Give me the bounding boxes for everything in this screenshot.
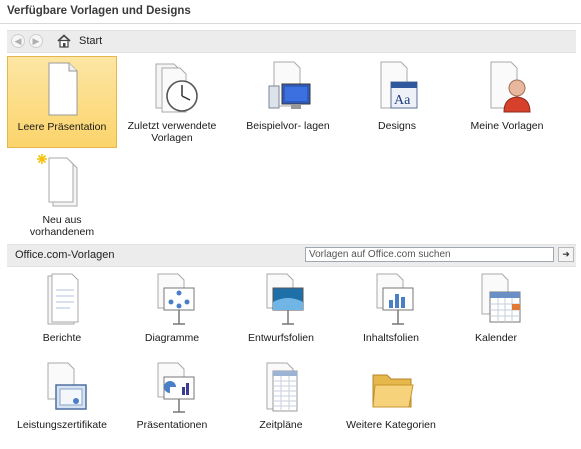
category-design-slides[interactable]: Entwurfsfolien xyxy=(226,268,336,360)
category-diagrams[interactable]: Diagramme xyxy=(117,268,227,360)
presentations-icon xyxy=(157,362,195,413)
content-slides-icon xyxy=(376,273,414,325)
template-my-templates[interactable]: Meine Vorlagen xyxy=(452,56,562,148)
reports-icon xyxy=(47,273,79,325)
calendar-icon xyxy=(481,273,521,323)
design-slides-icon xyxy=(266,273,304,325)
category-schedules[interactable]: Zeitpläne xyxy=(226,357,336,449)
category-presentations[interactable]: Präsentationen xyxy=(117,357,227,449)
certificates-icon xyxy=(47,362,87,410)
template-designs[interactable]: Aa Designs xyxy=(342,56,452,148)
forward-arrow-icon[interactable]: ▶ xyxy=(29,34,43,48)
schedules-icon xyxy=(266,362,298,412)
page-title: Verfügbare Vorlagen und Designs xyxy=(7,5,191,17)
folder-icon xyxy=(372,374,414,408)
arrow-right-icon[interactable]: ➜ xyxy=(558,247,574,262)
category-reports[interactable]: Berichte xyxy=(7,268,117,360)
new-from-existing-icon xyxy=(37,154,78,207)
template-from-existing[interactable]: Neu aus vorhandenem xyxy=(7,150,117,242)
category-more[interactable]: Weitere Kategorien xyxy=(336,357,446,449)
office-section-label: Office.com-Vorlagen xyxy=(15,249,115,261)
breadcrumb[interactable]: Start xyxy=(79,35,102,47)
designs-aa-icon: Aa xyxy=(380,61,418,109)
template-recent[interactable]: Zuletzt verwendete Vorlagen xyxy=(117,56,227,148)
template-search-input[interactable] xyxy=(305,247,554,262)
home-icon[interactable] xyxy=(57,34,71,48)
svg-text:Aa: Aa xyxy=(394,93,411,108)
recent-clock-icon xyxy=(155,63,198,113)
template-samples[interactable]: Beispielvor- lagen xyxy=(233,56,343,148)
my-templates-user-icon xyxy=(490,61,531,113)
navigation-bar: ◀ ▶ Start xyxy=(7,30,576,53)
category-calendar[interactable]: Kalender xyxy=(441,268,551,360)
diagrams-icon xyxy=(157,273,195,325)
blank-document-icon xyxy=(48,62,78,116)
back-arrow-icon[interactable]: ◀ xyxy=(11,34,25,48)
template-blank-presentation[interactable]: Leere Präsentation xyxy=(7,56,117,148)
sample-templates-computer-icon xyxy=(268,61,311,109)
category-certificates[interactable]: Leistungszertifikate xyxy=(7,357,117,449)
category-content-slides[interactable]: Inhaltsfolien xyxy=(336,268,446,360)
office-templates-bar: Office.com-Vorlagen ➜ xyxy=(7,244,576,267)
title-divider xyxy=(0,23,581,24)
